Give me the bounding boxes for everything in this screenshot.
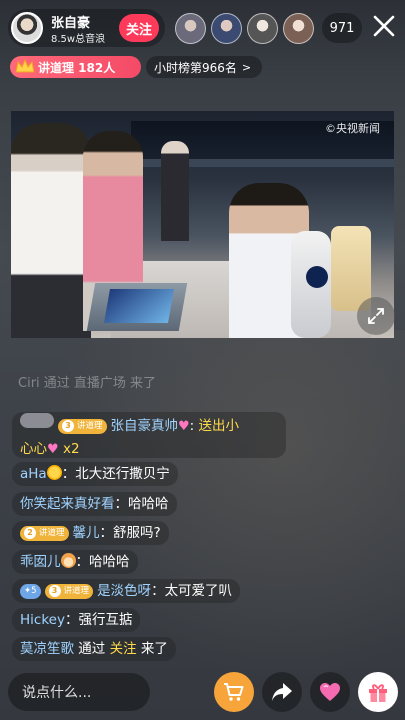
video-person [11, 123, 91, 338]
chat-username[interactable]: 乖囡儿 [20, 554, 61, 570]
chat-gift-text: 送出小 [198, 418, 240, 434]
chat-faded-message: Ciri 通过 直播广场 来了 [18, 376, 157, 391]
expand-button[interactable] [357, 297, 395, 335]
fan-club-badge: 3 讲道理 [44, 583, 94, 599]
chat-message-gift[interactable]: 3 讲道理 张自豪真帅♥: 送出小 心心♥ x2 [12, 412, 286, 458]
video-watermark: ©央视新闻 [325, 122, 380, 135]
video-person [161, 141, 189, 241]
heart-gift-icon: ♥ [47, 442, 59, 457]
chat-message[interactable]: 乖囡儿 ：哈哈哈 [12, 550, 138, 574]
hourly-rank-label: 小时榜第966名 [154, 60, 237, 75]
chat-text: 强行互掂 [78, 612, 133, 628]
fan-level-badge [20, 413, 54, 428]
host-name: 张自豪 [51, 16, 91, 31]
sun-emoji-icon [46, 465, 62, 480]
chat-text: 哈哈哈 [128, 496, 169, 512]
viewer-avatar[interactable] [283, 13, 314, 44]
follow-link[interactable]: 关注 [110, 641, 137, 657]
video-robot-head [306, 266, 328, 288]
chevron-right-icon: > [241, 60, 252, 74]
user-level-badge: ✦ 5 [20, 583, 41, 599]
chat-text: 舒服吗? [113, 525, 161, 541]
hourly-rank-badge[interactable]: 小时榜第966名 > [146, 56, 262, 78]
chat-text: 太可爱了叭 [164, 583, 233, 599]
share-button[interactable] [262, 672, 302, 712]
close-icon[interactable] [372, 14, 396, 38]
chat-text: 北大还行撒贝宁 [75, 466, 170, 482]
host-total-gifts: 8.5w总音浪 [51, 34, 106, 45]
chat-message[interactable]: 你笑起来真好看：哈哈哈 [12, 492, 177, 516]
heart-icon [320, 683, 340, 701]
chat-username[interactable]: aHa [20, 466, 47, 482]
chat-message[interactable]: Hickey：强行互掂 [12, 608, 141, 632]
chat-message[interactable]: aHa ：北大还行撒贝宁 [12, 462, 178, 486]
chat-username[interactable]: Hickey [20, 612, 65, 628]
fan-club-badge: 2 讲道理 [20, 525, 69, 541]
video-chair [331, 226, 371, 311]
chat-username[interactable]: 是淡色呀 [97, 583, 151, 599]
viewer-avatar[interactable] [211, 13, 242, 44]
viewer-count[interactable]: 971 [322, 13, 362, 43]
chat-username[interactable]: 莫凉笙歌 [20, 641, 74, 657]
follow-button[interactable]: 关注 [119, 14, 159, 42]
chat-username[interactable]: 张自豪真帅 [111, 418, 179, 434]
like-button[interactable] [310, 672, 350, 712]
chat-gift-count: x2 [62, 441, 80, 457]
chat-message[interactable]: ✦ 5 3 讲道理 是淡色呀：太可爱了叭 [12, 579, 241, 603]
expand-icon [368, 308, 384, 324]
shopping-cart-button[interactable] [214, 672, 254, 712]
chat-username[interactable]: 你笑起来真好看 [20, 496, 115, 512]
chat-username[interactable]: 馨儿 [73, 525, 100, 541]
chat-message[interactable]: 2 讲道理 馨儿：舒服吗? [12, 521, 169, 545]
chat-join-message[interactable]: 莫凉笙歌 通过 关注 来了 [12, 637, 176, 661]
live-video[interactable]: ©央视新闻 [11, 111, 394, 338]
shopping-cart-icon [224, 683, 244, 701]
viewer-avatar[interactable] [247, 13, 278, 44]
heart-icon: ♥ [178, 419, 190, 434]
fan-club-badge: 3 讲道理 [58, 418, 107, 434]
fan-club-label: 讲道理 182人 [38, 60, 116, 75]
video-tablet-screen [104, 289, 174, 323]
share-arrow-icon [272, 683, 292, 701]
crown-icon [15, 59, 35, 73]
gift-button[interactable] [358, 672, 398, 712]
host-avatar[interactable] [11, 12, 43, 44]
chat-text: 哈哈哈 [89, 554, 130, 570]
chat-gift-text: 心心 [20, 441, 47, 457]
comment-input[interactable]: 说点什么... [8, 673, 150, 711]
gift-box-icon [369, 684, 387, 702]
girl-emoji-icon [60, 553, 76, 568]
viewer-avatar[interactable] [175, 13, 206, 44]
